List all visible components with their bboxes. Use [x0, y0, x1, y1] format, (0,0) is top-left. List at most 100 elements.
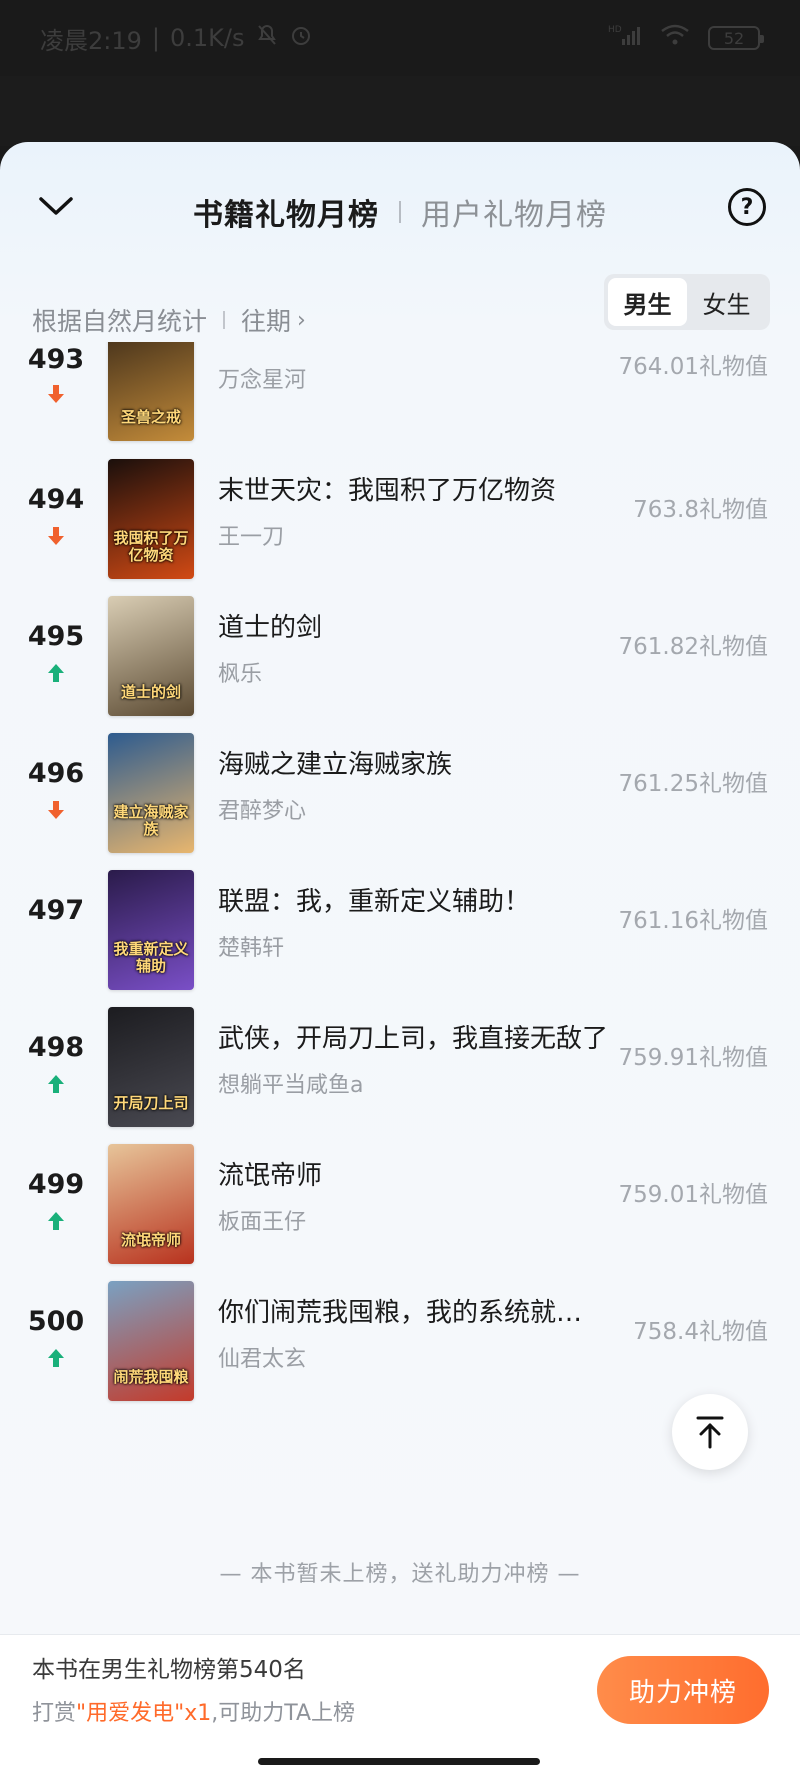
help-button[interactable]: ?: [728, 188, 766, 226]
signal-icon: HD: [608, 23, 642, 53]
ranking-sheet: 书籍礼物月榜 用户礼物月榜 ? 根据自然月统计 往期 › 男生 女生 493 圣兽…: [0, 142, 800, 1742]
book-cover[interactable]: 流氓帝师: [108, 1144, 194, 1264]
signal-hd-label: HD: [608, 25, 622, 35]
book-cover[interactable]: 开局刀上司: [108, 1007, 194, 1127]
book-author: 君醉梦心: [218, 799, 307, 824]
scroll-to-top-button[interactable]: [672, 1394, 748, 1470]
book-title[interactable]: 联盟：我，重新定义辅助！: [218, 881, 530, 918]
chevron-down-icon: [39, 197, 73, 215]
collapse-button[interactable]: [34, 184, 78, 228]
book-cover-title: 建立海贼家族: [113, 803, 189, 838]
rank-number: 493: [27, 344, 85, 375]
stat-method-label: 根据自然月统计: [32, 307, 208, 336]
arrow-up-to-top-icon: [696, 1416, 724, 1449]
book-cover[interactable]: 圣兽之戒: [108, 342, 194, 441]
book-title[interactable]: 道士的剑: [218, 607, 322, 644]
past-period-link[interactable]: 往期 ›: [241, 302, 306, 338]
book-cover[interactable]: 我重新定义辅助: [108, 870, 194, 990]
list-footer-note: — 本书暂未上榜，送礼助力冲榜 —: [219, 1562, 581, 1587]
status-net-speed: 0.1K/s: [170, 24, 245, 52]
past-period-label: 往期: [241, 307, 292, 336]
trend-down-icon: [48, 385, 64, 403]
home-indicator[interactable]: [258, 1758, 540, 1765]
book-row[interactable]: 496 建立海贼家族 海贼之建立海贼家族君醉梦心 761.25礼物值: [0, 716, 800, 871]
book-cover-title: 我囤积了万亿物资: [113, 529, 189, 564]
chevron-right-icon: ›: [297, 307, 306, 333]
question-icon: ?: [740, 194, 754, 220]
gift-value: 759.01礼物值: [618, 1182, 768, 1208]
gift-value: 759.91礼物值: [618, 1045, 768, 1071]
trend-down-icon: [48, 527, 64, 545]
background-dim: [0, 76, 800, 146]
tab-book-gift-monthly[interactable]: 书籍礼物月榜: [193, 190, 379, 234]
book-cover-title: 圣兽之戒: [120, 407, 181, 426]
gift-value: 761.82礼物值: [618, 634, 768, 660]
book-cover[interactable]: 道士的剑: [108, 596, 194, 716]
filter-divider: [223, 311, 226, 329]
book-author: 楚韩轩: [218, 936, 285, 961]
gift-value: 761.16礼物值: [618, 908, 768, 934]
gift-value: 764.01礼物值: [618, 354, 768, 380]
gift-value: 763.8礼物值: [633, 497, 768, 523]
book-author: 板面王仔: [218, 1210, 307, 1235]
book-cover-title: 我重新定义辅助: [113, 940, 189, 975]
book-row[interactable]: 495 道士的剑 道士的剑 枫乐 761.82礼物值: [0, 579, 800, 734]
gift-value: 761.25礼物值: [618, 771, 768, 797]
rank-number: 495: [27, 621, 85, 652]
ranking-tabs: 书籍礼物月榜 用户礼物月榜: [193, 190, 607, 234]
trend-up-icon: [48, 1349, 64, 1367]
wifi-icon: [660, 23, 690, 53]
boost-hint-gift: "用爱发电"x1: [76, 1701, 212, 1726]
book-cover-title: 开局刀上司: [113, 1093, 189, 1112]
rank-number: 500: [27, 1306, 85, 1337]
boost-hint-text: 打赏"用爱发电"x1,可助力TA上榜: [32, 1695, 355, 1727]
book-row[interactable]: 499 流氓帝师 流氓帝师 板面王仔 759.01礼物值: [0, 1127, 800, 1282]
rank-number: 497: [27, 895, 85, 926]
alarm-icon: [289, 23, 313, 53]
status-time: 凌晨2:19: [40, 26, 142, 55]
book-title[interactable]: 海贼之建立海贼家族: [218, 744, 452, 781]
book-cover-title: 道士的剑: [120, 682, 181, 701]
trend-up-icon: [48, 664, 64, 682]
tab-user-gift-monthly[interactable]: 用户礼物月榜: [421, 190, 607, 234]
book-row[interactable]: 498 开局刀上司 武侠，开局刀上司，我直接无敌了想躺平当咸鱼a 759.91礼物值: [0, 990, 800, 1145]
sheet-header: 书籍礼物月榜 用户礼物月榜 ?: [0, 142, 800, 272]
tab-divider: [399, 201, 401, 223]
gender-female-option[interactable]: 女生: [687, 278, 766, 326]
book-title[interactable]: 流氓帝师: [218, 1155, 322, 1192]
book-cover-title: 流氓帝师: [120, 1230, 181, 1249]
rank-number: 498: [27, 1032, 85, 1063]
book-cover[interactable]: 我囤积了万亿物资: [108, 459, 194, 579]
book-author: 仙君太玄: [218, 1347, 307, 1372]
boost-hint-suffix: ,可助力TA上榜: [211, 1701, 356, 1726]
book-cover-title: 闹荒我囤粮: [113, 1367, 189, 1386]
book-title[interactable]: 武侠，开局刀上司，我直接无敌了: [218, 1018, 608, 1055]
rank-number: 494: [27, 484, 85, 515]
gender-toggle: 男生 女生: [604, 274, 770, 330]
rank-number: 499: [27, 1169, 85, 1200]
rank-number: 496: [27, 758, 85, 789]
boost-rank-button[interactable]: 助力冲榜: [597, 1656, 769, 1724]
status-bar: 凌晨2:19 | 0.1K/s HD 52: [0, 0, 800, 76]
book-row[interactable]: 500 闹荒我囤粮 你们闹荒我囤粮，我的系统就要无敌了仙君太玄 758.4礼物值: [0, 1264, 800, 1419]
gift-value: 758.4礼物值: [633, 1319, 768, 1345]
current-rank-text: 本书在男生礼物榜第540名: [32, 1657, 306, 1683]
book-author: 枫乐: [218, 662, 263, 687]
mute-icon: [255, 23, 279, 53]
book-author: 想躺平当咸鱼a: [218, 1073, 364, 1098]
book-row[interactable]: 497 我重新定义辅助 联盟：我，重新定义辅助！ 楚韩轩 761.16礼物值: [0, 853, 800, 1008]
trend-up-icon: [48, 1075, 64, 1093]
book-author: 王一刀: [218, 525, 285, 550]
book-title[interactable]: 你们闹荒我囤粮，我的系统就要无敌了: [218, 1292, 608, 1329]
book-author: 万念星河: [218, 368, 307, 393]
battery-icon: 52: [708, 26, 764, 50]
trend-up-icon: [48, 1212, 64, 1230]
status-divider: |: [151, 24, 160, 52]
boost-hint-prefix: 打赏: [32, 1701, 77, 1726]
book-row[interactable]: 494 我囤积了万亿物资 末世天灾：我囤积了万亿物资王一刀 763.8礼物值: [0, 442, 800, 597]
book-title[interactable]: 末世天灾：我囤积了万亿物资: [218, 470, 556, 507]
gender-male-option[interactable]: 男生: [608, 278, 687, 326]
book-cover[interactable]: 建立海贼家族: [108, 733, 194, 853]
book-cover[interactable]: 闹荒我囤粮: [108, 1281, 194, 1401]
trend-down-icon: [48, 801, 64, 819]
